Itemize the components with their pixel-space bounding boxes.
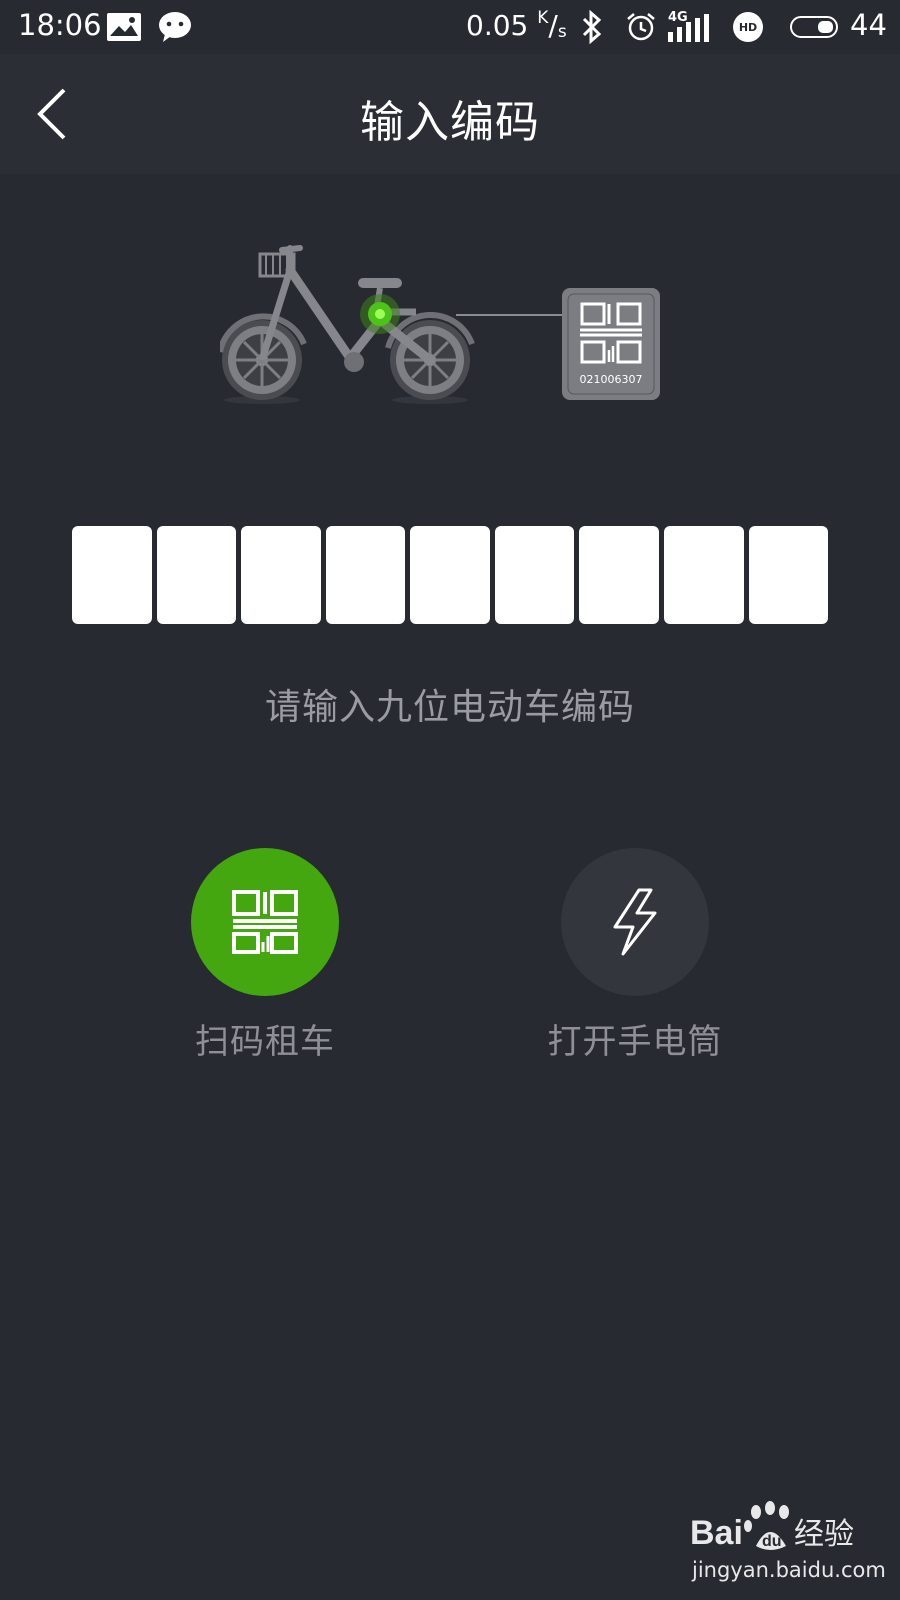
code-hint: 请输入九位电动车编码 <box>264 687 635 728</box>
scan-rent-button[interactable] <box>191 848 339 996</box>
code-digit-box[interactable] <box>156 526 237 624</box>
e-bike-icon: 021006307 <box>217 245 660 404</box>
image-notification-icon <box>107 13 141 41</box>
screen: 18:06 0.05 K/s 4G HD 44 输入编码 021006307 请… <box>0 0 900 1600</box>
speed-unit-bottom: s <box>557 22 567 42</box>
svg-text:Bai: Bai <box>690 1514 743 1552</box>
baidu-jingyan-watermark: Bai du 经验 jingyan.baidu.com <box>690 1500 890 1590</box>
alarm-icon <box>627 13 655 41</box>
code-digit-box[interactable] <box>579 526 659 624</box>
code-input <box>72 526 829 624</box>
hd-label: HD <box>738 20 758 34</box>
lightning-icon <box>613 888 657 956</box>
svg-text:经验: 经验 <box>794 1517 854 1552</box>
flashlight-button[interactable] <box>561 848 709 996</box>
code-digit-box[interactable] <box>748 526 829 624</box>
svg-text:du: du <box>762 1533 782 1550</box>
bike-illustration: 021006307 <box>217 240 680 420</box>
watermark-url: jingyan.baidu.com <box>692 1558 886 1582</box>
flashlight-label: 打开手电筒 <box>547 1022 723 1062</box>
signal-icon <box>668 14 709 42</box>
qr-code-icon <box>232 890 298 954</box>
battery-level: 44 <box>850 8 887 42</box>
code-digit-box[interactable] <box>663 526 744 624</box>
code-digit-box[interactable] <box>325 526 406 624</box>
flashlight-action: 打开手电筒 <box>525 848 745 1063</box>
battery-icon <box>790 16 838 38</box>
page-title: 输入编码 <box>360 97 540 148</box>
status-time: 18:06 <box>18 8 102 42</box>
scan-rent-action: 扫码租车 <box>155 848 375 1063</box>
bluetooth-icon <box>582 10 602 44</box>
speed-unit-top: K <box>537 8 549 28</box>
scan-rent-label: 扫码租车 <box>195 1022 335 1062</box>
status-bar: 18:06 0.05 K/s 4G HD 44 <box>0 0 900 54</box>
code-digit-box[interactable] <box>241 526 321 624</box>
speed-value: 0.05 <box>466 9 529 42</box>
network-speed: 0.05 K/s <box>466 8 567 42</box>
code-digit-box[interactable] <box>494 526 575 624</box>
wechat-icon <box>159 12 191 42</box>
header: 输入编码 <box>0 54 900 174</box>
code-digit-box[interactable] <box>410 526 490 624</box>
qr-code-number: 021006307 <box>580 373 643 386</box>
hd-icon: HD <box>733 12 763 42</box>
code-digit-box[interactable] <box>72 526 152 624</box>
baidu-paw-logo: Bai du 经验 <box>690 1501 854 1552</box>
